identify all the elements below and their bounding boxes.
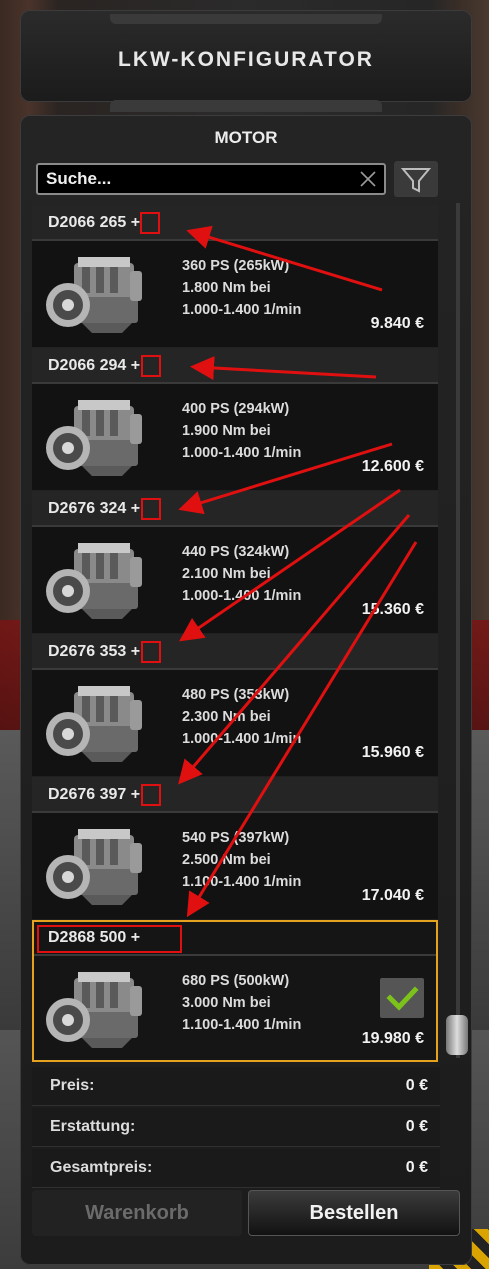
annotation-arrows [178,225,418,918]
